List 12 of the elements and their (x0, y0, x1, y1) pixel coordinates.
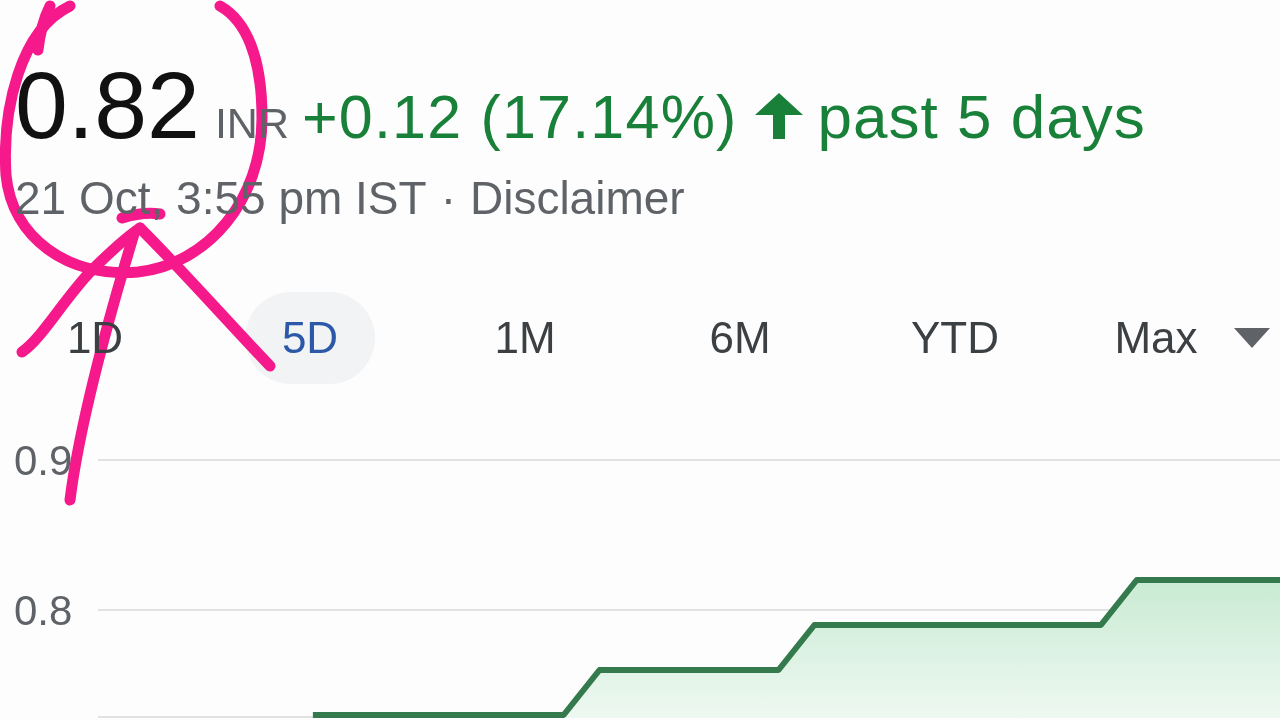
price-value: 0.82 (15, 58, 200, 153)
range-tab[interactable]: 1M (460, 292, 590, 385)
separator-dot: · (440, 171, 456, 226)
range-tab[interactable]: YTD (890, 292, 1020, 385)
y-axis-label: 0.9 (14, 437, 73, 485)
disclaimer-link[interactable]: Disclaimer (469, 171, 685, 227)
up-arrow-icon (754, 93, 803, 139)
caret-icon[interactable] (1234, 328, 1270, 349)
range-tab[interactable]: Max (1091, 292, 1221, 385)
range-tab[interactable]: 5D (245, 292, 375, 385)
range-tab[interactable]: 6M (675, 292, 805, 385)
y-axis-label: 0.8 (14, 587, 73, 635)
